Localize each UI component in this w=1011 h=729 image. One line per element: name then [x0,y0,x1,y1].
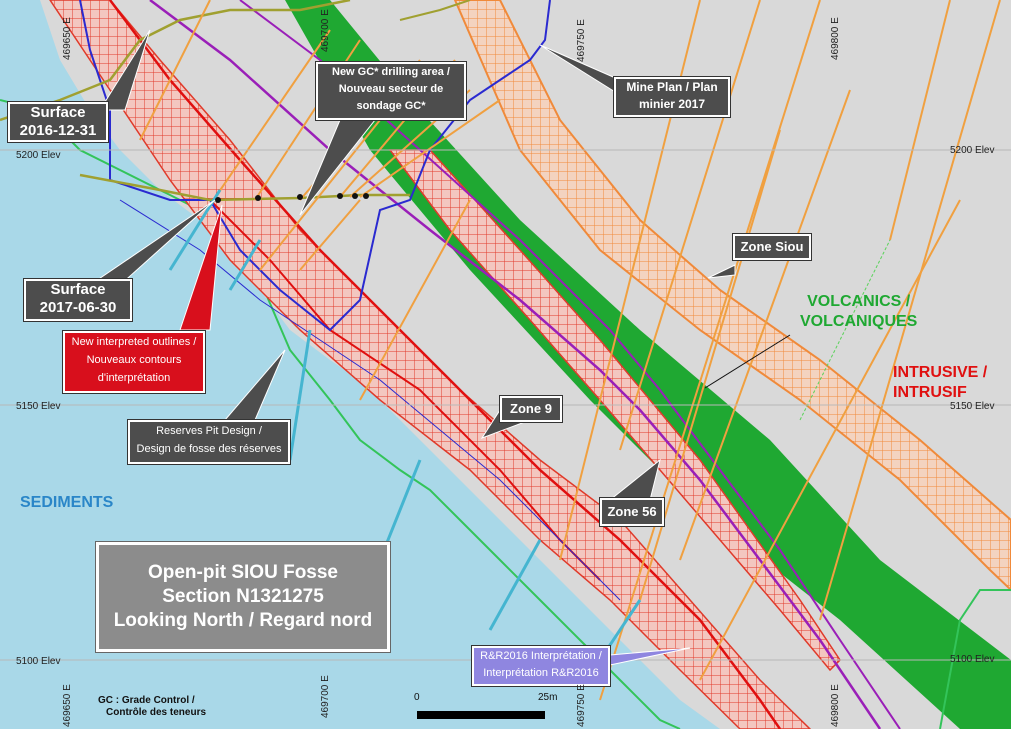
callout-surface-2016: Surface 2016-12-31 [7,101,109,143]
scale-label-end: 25m [538,692,558,703]
elev-label-left-5150: 5150 Elev [16,401,61,412]
elev-label-right-5200: 5200 Elev [950,145,995,156]
callout-mine-plan: Mine Plan / Plan minier 2017 [613,76,731,118]
easting-label-top-469800: 469800 E [830,17,841,60]
label-sediments: SEDIMENTS [20,494,114,511]
easting-label-top-469750: 469750 E [576,19,587,62]
callout-zone-9: Zone 9 [499,395,563,423]
easting-label-bottom-469800: 469800 E [830,684,841,727]
label-intrusive: INTRUSIVE / INTRUSIF [893,364,988,401]
section-title-box: Open-pit SIOU Fosse Section N1321275 Loo… [95,541,391,653]
label-volcanics: VOLCANICS / VOLCANIQUES [800,293,918,330]
callout-surface-2017: Surface 2017-06-30 [23,278,133,322]
callout-reserves-pit: Reserves Pit Design / Design de fosse des… [127,419,291,465]
elev-label-left-5100: 5100 Elev [16,656,61,667]
title-line-2: Section N1321275 [162,586,324,607]
callout-gc-drilling-area: New GC* drilling area / Nouveau secteur d… [315,61,467,121]
title-line-3: Looking North / Regard nord [113,610,373,631]
callout-rr2016: R&R2016 Interprétation / Interprétation R… [471,645,611,687]
easting-label-top-469700: 469700 E [320,9,331,52]
callout-zone-56: Zone 56 [599,497,665,527]
title-line-1: Open-pit SIOU Fosse [147,562,339,583]
easting-label-bottom-469750: 469750 E [576,684,587,727]
easting-label-bottom-469700: 469700 E [320,675,331,718]
scale-bar [417,711,545,719]
easting-label-bottom-469650: 469650 E [62,684,73,727]
geologic-section: Surface 2016-12-31 Surface 2017-06-30 New … [0,0,1011,729]
footnote-gc: GC : Grade Control / Contrôle des teneurs [98,695,207,718]
elev-label-right-5150: 5150 Elev [950,401,995,412]
callout-zone-siou: Zone Siou [732,233,812,261]
callout-new-outlines: New interpreted outlines / Nouveaux conto… [62,330,206,394]
easting-label-top-469650: 469650 E [62,17,73,60]
scale-label-start: 0 [414,692,420,703]
elev-label-right-5100: 5100 Elev [950,654,995,665]
elev-label-left-5200: 5200 Elev [16,150,61,161]
